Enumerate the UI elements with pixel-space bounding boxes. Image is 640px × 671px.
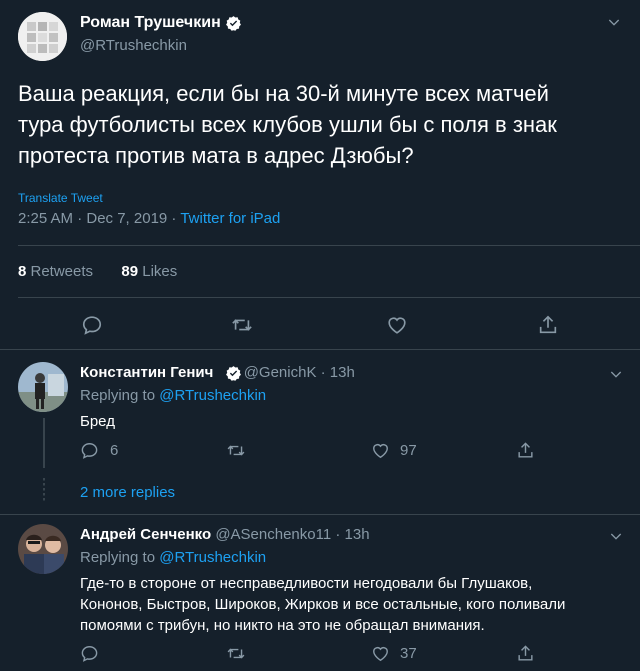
reply-handle[interactable]: @GenichK — [244, 364, 317, 381]
chevron-down-icon[interactable] — [608, 366, 624, 387]
share-icon[interactable] — [516, 441, 535, 460]
replying-to: Replying to @RTrushechkin — [80, 387, 266, 404]
reply-avatar[interactable] — [18, 362, 68, 412]
reply-count: 6 — [110, 442, 119, 459]
reply-text-line: Кононов, Быстров, Широков, Жирков и все … — [80, 596, 566, 613]
replying-prefix: Replying to — [80, 549, 160, 566]
tweet-text-line: протеста против мата в адрес Дзюбы? — [18, 143, 414, 168]
tweet-text: Ваша реакция, если бы на 30-й минуте все… — [18, 78, 628, 171]
reply-header: Константин Генич @GenichK · 13h — [80, 364, 355, 381]
replying-to: Replying to @RTrushechkin — [80, 549, 266, 566]
reply-handle[interactable]: @ASenchenko11 — [215, 526, 331, 543]
like-icon[interactable] — [371, 644, 390, 663]
likes-label: Likes — [138, 263, 178, 280]
like-icon[interactable] — [371, 441, 390, 460]
author-avatar[interactable] — [18, 12, 67, 61]
like-count: 37 — [400, 645, 417, 662]
reply-author-name[interactable]: Андрей Сенченко — [80, 526, 211, 543]
retweets-stat[interactable]: 8 Retweets — [18, 263, 93, 280]
reply-icon[interactable] — [80, 644, 99, 663]
retweets-label: Retweets — [26, 263, 94, 280]
replying-to-handle[interactable]: @RTrushechkin — [159, 387, 266, 404]
translate-tweet-link[interactable]: Translate Tweet — [18, 191, 103, 205]
reply-time[interactable]: · 13h — [331, 526, 369, 543]
verified-icon — [225, 15, 242, 32]
share-icon[interactable] — [516, 644, 535, 663]
divider — [0, 349, 640, 350]
replying-prefix: Replying to — [80, 387, 160, 404]
tweet-text-line: Ваша реакция, если бы на 30-й минуте все… — [18, 81, 549, 106]
chevron-down-icon[interactable] — [608, 528, 624, 549]
reply-text-line: Где-то в стороне от несправедливости нег… — [80, 575, 533, 592]
tweet-meta: 2:25 AM · Dec 7, 2019 · Twitter for iPad — [18, 210, 280, 227]
reply-icon[interactable] — [81, 314, 103, 336]
thread-dots — [43, 478, 45, 502]
retweet-icon[interactable] — [226, 644, 246, 663]
reply-icon[interactable] — [80, 441, 99, 460]
tweet-text-line: тура футболисты всех клубов ушли бы с по… — [18, 112, 557, 137]
retweet-icon[interactable] — [226, 441, 246, 460]
likes-count: 89 — [121, 263, 139, 280]
author-name[interactable]: Роман Трушечкин — [80, 14, 221, 32]
retweet-icon[interactable] — [230, 314, 254, 336]
reply-time[interactable]: · 13h — [316, 364, 355, 381]
reply-author-name[interactable]: Константин Генич — [80, 364, 213, 381]
share-icon[interactable] — [537, 314, 559, 336]
reply-text-line: Бред — [80, 413, 115, 430]
tweet-stats: 8 Retweets 89 Likes — [18, 263, 177, 280]
likes-stat[interactable]: 89 Likes — [121, 263, 177, 280]
replying-to-handle[interactable]: @RTrushechkin — [159, 549, 266, 566]
more-replies-link[interactable]: 2 more replies — [80, 484, 175, 501]
verified-icon — [225, 365, 242, 382]
like-icon[interactable] — [386, 314, 408, 336]
reply-text: Где-то в стороне от несправедливости нег… — [80, 573, 630, 636]
divider — [18, 245, 640, 246]
like-count: 97 — [400, 442, 417, 459]
chevron-down-icon[interactable] — [606, 14, 622, 35]
reply-header: Андрей Сенченко @ASenchenko11 · 13h — [80, 526, 370, 543]
reply-avatar[interactable] — [18, 524, 68, 574]
tweet-source[interactable]: Twitter for iPad — [180, 210, 280, 227]
divider — [0, 514, 640, 515]
reply-text-line: помоями с трибун, но никто на это не обр… — [80, 617, 485, 634]
divider — [18, 297, 640, 298]
reply-text: Бред — [80, 412, 115, 432]
thread-line — [43, 418, 45, 468]
tweet-timestamp[interactable]: 2:25 AM · Dec 7, 2019 · — [18, 210, 180, 227]
author-handle[interactable]: @RTrushechkin — [80, 37, 187, 54]
